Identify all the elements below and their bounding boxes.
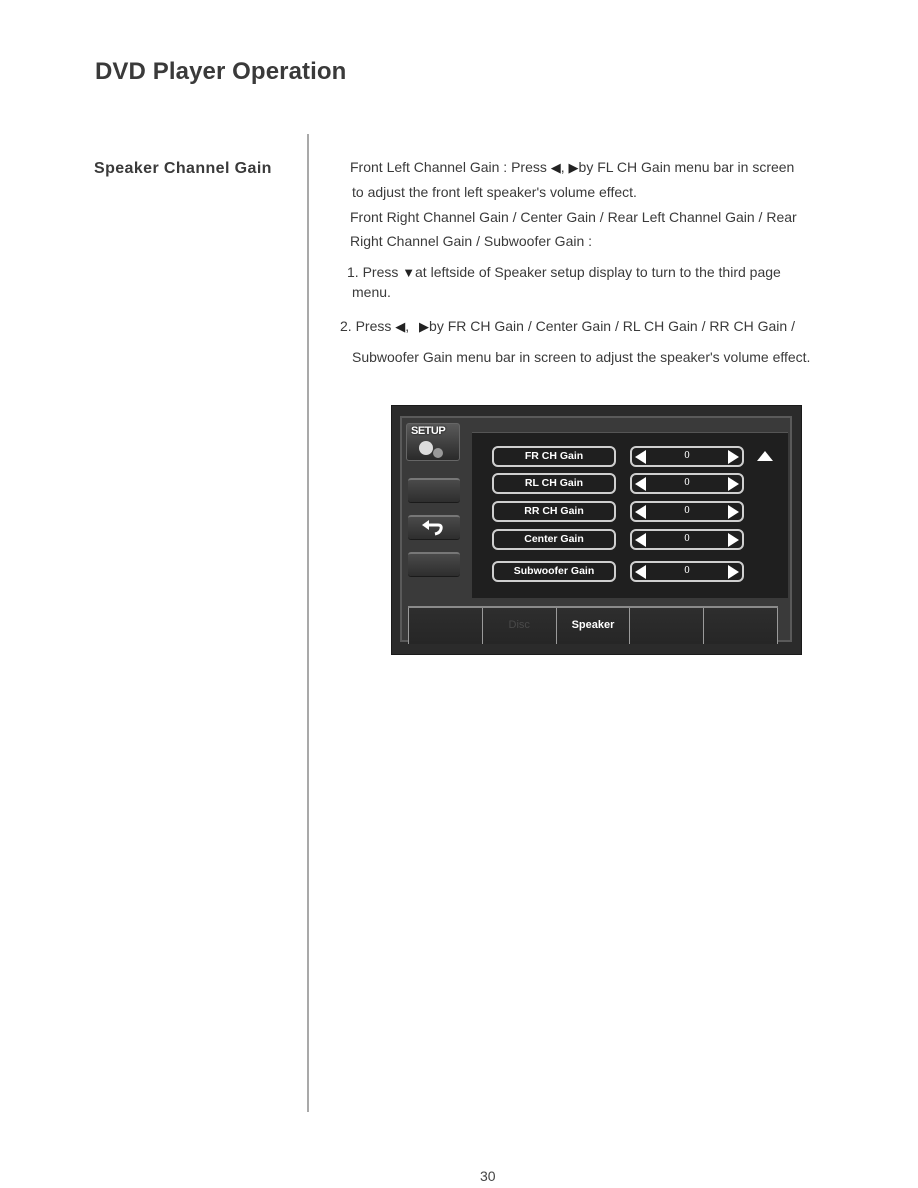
paragraph-fl-gain-line2: to adjust the front left speaker's volum…	[352, 184, 637, 200]
step-1-line1: 1. Press ▼ at leftside of Speaker setup …	[347, 260, 781, 285]
paragraph-fl-gain-line1: Front Left Channel Gain : Press ◀, ▶by F…	[350, 155, 794, 180]
left-arrow-icon: ◀	[550, 160, 561, 175]
comma: ,	[560, 159, 565, 175]
gain-value: 0	[684, 566, 690, 576]
rr-ch-gain-control: 0	[630, 501, 744, 522]
text: 1. Press	[347, 264, 399, 280]
tab-blank-1[interactable]	[408, 608, 483, 644]
text: at leftside of Speaker setup display to …	[415, 264, 781, 280]
tab-disc[interactable]: Disc	[482, 608, 557, 644]
step-2-line2: Subwoofer Gain menu bar in screen to adj…	[352, 349, 811, 365]
subwoofer-gain-label[interactable]: Subwoofer Gain	[492, 561, 616, 582]
text: by FR CH Gain / Center Gain / RL CH Gain…	[429, 318, 795, 334]
text: by FL CH Gain menu bar in screen	[578, 159, 795, 175]
increase-arrow-icon[interactable]	[728, 533, 739, 547]
comma: ,	[405, 318, 410, 334]
increase-arrow-icon[interactable]	[728, 565, 739, 579]
text: 2. Press	[340, 318, 392, 334]
side-button-blank-1[interactable]	[408, 478, 460, 502]
up-triangle-icon[interactable]	[757, 451, 773, 461]
column-divider	[307, 134, 309, 1112]
gain-value: 0	[684, 534, 690, 544]
fr-ch-gain-label[interactable]: FR CH Gain	[492, 446, 616, 467]
rr-ch-gain-label[interactable]: RR CH Gain	[492, 501, 616, 522]
step-1-line2: menu.	[352, 284, 391, 300]
setup-label: SETUP	[411, 425, 446, 437]
gain-value: 0	[684, 506, 690, 516]
subwoofer-gain-control: 0	[630, 561, 744, 582]
left-arrow-icon: ◀	[395, 319, 406, 334]
increase-arrow-icon[interactable]	[728, 505, 739, 519]
rl-ch-gain-label[interactable]: RL CH Gain	[492, 473, 616, 494]
side-button-blank-2[interactable]	[408, 552, 460, 576]
gain-value: 0	[684, 478, 690, 488]
back-button[interactable]	[408, 515, 460, 539]
tab-speaker[interactable]: Speaker	[556, 608, 631, 644]
paragraph-other-gains-line1: Front Right Channel Gain / Center Gain /…	[350, 209, 797, 225]
fr-ch-gain-control: 0	[630, 446, 744, 467]
speaker-setup-screen: SETUP FR CH Gain 0 RL CH Gain 0 RR CH Ga…	[391, 405, 802, 655]
down-arrow-icon: ▼	[402, 265, 416, 280]
step-2-line1: 2. Press ◀, ▶by FR CH Gain / Center Gain…	[340, 314, 795, 339]
right-arrow-icon: ▶	[568, 160, 579, 175]
return-arrow-icon	[422, 520, 443, 536]
increase-arrow-icon[interactable]	[728, 477, 739, 491]
rl-ch-gain-control: 0	[630, 473, 744, 494]
center-gain-control: 0	[630, 529, 744, 550]
settings-tab-bar: Disc Speaker	[408, 606, 778, 644]
right-arrow-icon: ▶	[419, 319, 430, 334]
tab-blank-3[interactable]	[704, 608, 778, 644]
increase-arrow-icon[interactable]	[728, 450, 739, 464]
page-title: DVD Player Operation	[95, 58, 347, 85]
page-number: 30	[480, 1168, 496, 1184]
text: Front Left Channel Gain : Press	[350, 159, 547, 175]
section-title: Speaker Channel Gain	[94, 160, 272, 177]
center-gain-label[interactable]: Center Gain	[492, 529, 616, 550]
gain-value: 0	[684, 451, 690, 461]
paragraph-other-gains-line2: Right Channel Gain / Subwoofer Gain :	[350, 233, 593, 249]
setup-button[interactable]: SETUP	[406, 423, 460, 461]
tab-blank-2[interactable]	[630, 608, 705, 644]
